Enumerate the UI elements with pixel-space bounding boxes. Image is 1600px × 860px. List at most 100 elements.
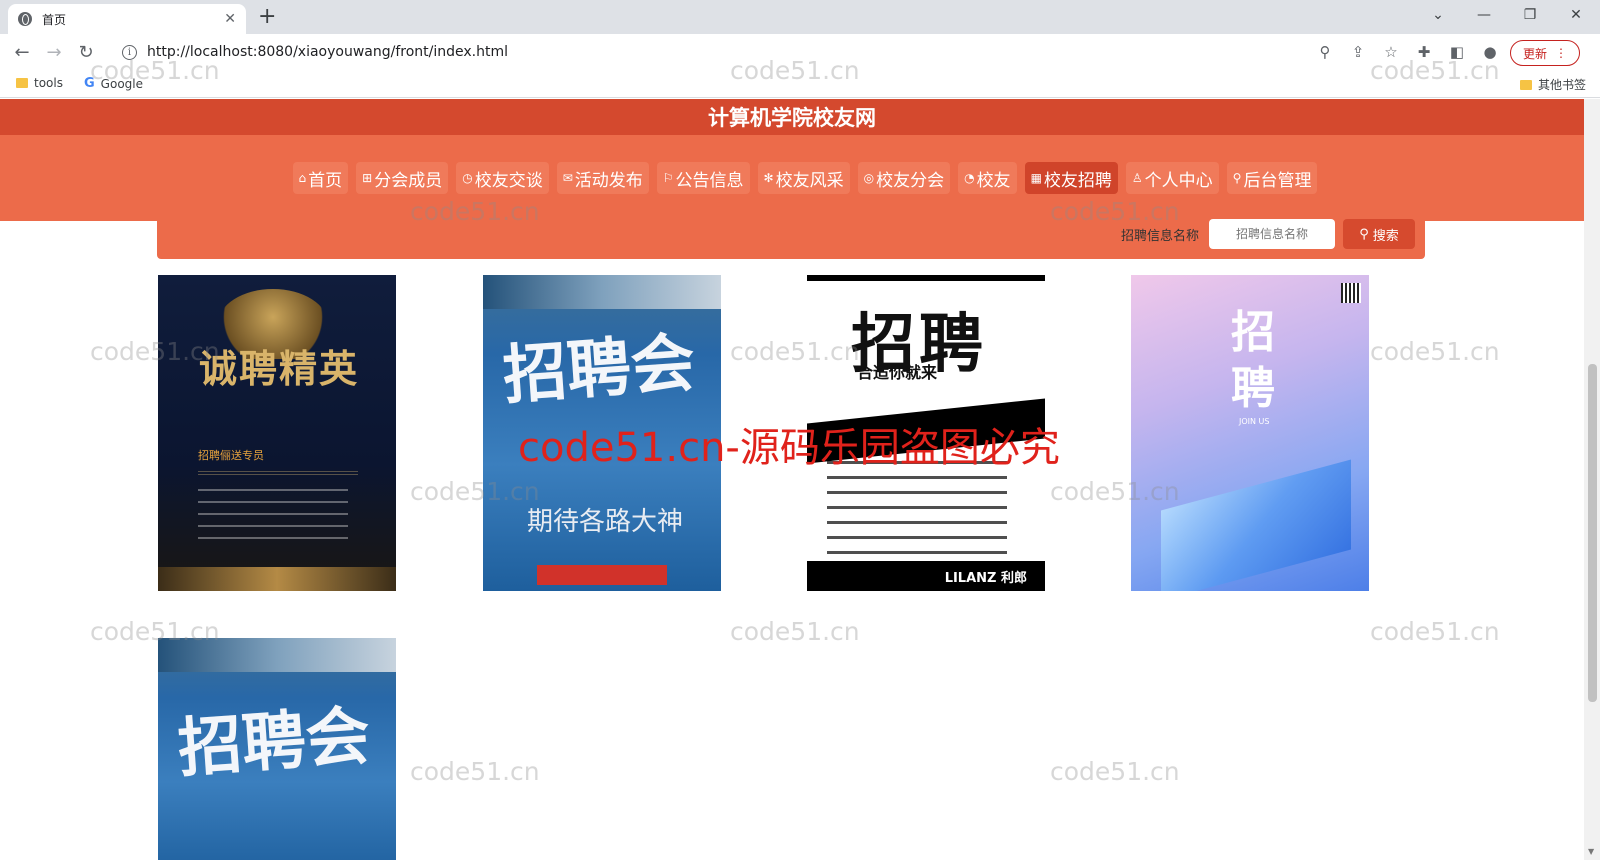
- page-scrollbar[interactable]: ▼: [1584, 99, 1600, 860]
- browser-tab-bar: 首页 ✕ + ⌄ — ❐ ✕: [0, 0, 1600, 34]
- search-button[interactable]: ⚲ 搜索: [1343, 219, 1415, 249]
- globe-icon: [18, 12, 32, 26]
- nav-icon: ⊞: [362, 171, 373, 185]
- nav-icon: ♙: [1131, 171, 1143, 185]
- bookmark-label: tools: [34, 76, 63, 90]
- close-tab-icon[interactable]: ✕: [224, 11, 236, 27]
- zoom-icon[interactable]: ⚲: [1315, 42, 1335, 62]
- poster-subtitle: 合适你就来: [857, 363, 938, 382]
- watermark: code51.cn: [90, 617, 220, 646]
- poster-text-lines: [827, 461, 1007, 571]
- nav-label: 首页: [308, 170, 343, 191]
- restore-button[interactable]: ❐: [1508, 0, 1552, 30]
- watermark: code51.cn: [410, 197, 540, 226]
- nav-item[interactable]: ✻ 校友风采: [757, 162, 850, 194]
- nav-label: 后台管理: [1243, 170, 1312, 191]
- nav-icon: ✻: [763, 171, 774, 185]
- gold-wave: [158, 567, 396, 591]
- nav-label: 校友风采: [775, 170, 844, 191]
- browser-tab[interactable]: 首页 ✕: [8, 4, 246, 34]
- share-icon[interactable]: ⇪: [1348, 42, 1368, 62]
- nav-item[interactable]: ✉ 活动发布: [556, 162, 649, 194]
- poster-banner: [537, 565, 667, 585]
- scrollbar-thumb[interactable]: [1588, 364, 1597, 702]
- nav-label: 校友: [976, 170, 1011, 191]
- back-icon[interactable]: ←: [8, 38, 36, 66]
- new-tab-button[interactable]: +: [258, 4, 276, 30]
- page-viewport: 计算机学院校友网 ⌂ 首页 ⊞ 分会成员 ◷ 校友交谈 ✉ 活动发布 ⚐ 公告信息 ✻ 校友风采 ◎ 校友…: [0, 99, 1584, 860]
- watermark: code51.cn: [410, 757, 540, 786]
- watermark: code51.cn: [730, 617, 860, 646]
- poster-subtitle: 期待各路大神: [527, 507, 684, 537]
- watermark: code51.cn: [1370, 56, 1500, 85]
- job-poster-card[interactable]: 诚聘精英 招聘俪送专员: [158, 275, 396, 591]
- watermark: code51.cn: [1370, 337, 1500, 366]
- nav-icon: ✉: [562, 171, 573, 185]
- nav-label: 校友交谈: [474, 170, 543, 191]
- nav-item[interactable]: ⚐ 公告信息: [656, 162, 750, 194]
- poster-footer: LILANZ 利郎: [807, 561, 1045, 591]
- nav-item[interactable]: ◷ 校友交谈: [456, 162, 549, 194]
- search-button-label: 搜索: [1372, 228, 1399, 244]
- isometric-illustration: [1161, 459, 1351, 591]
- nav-item[interactable]: ⊞ 分会成员: [356, 162, 449, 194]
- other-bookmarks[interactable]: 其他书签: [1520, 76, 1586, 93]
- update-button[interactable]: 更新 ⋮: [1509, 40, 1580, 66]
- poster-title: 招聘: [1231, 307, 1275, 414]
- poster-photo-strip: [483, 275, 721, 309]
- tab-title: 首页: [42, 12, 67, 27]
- watermark: code51.cn: [1050, 757, 1180, 786]
- search-area: 招聘信息名称 ⚲ 搜索: [157, 219, 1425, 259]
- bookmark-tools[interactable]: tools: [16, 76, 63, 90]
- nav-icon: ▦: [1030, 171, 1042, 185]
- scroll-down-arrow[interactable]: ▼: [1588, 847, 1594, 856]
- poster-text-lines: [198, 471, 358, 475]
- nav-item[interactable]: ◔ 校友: [958, 162, 1017, 194]
- nav-icon: ◔: [964, 171, 975, 185]
- qr-code-image: [1341, 283, 1361, 303]
- nav-icon: ◷: [462, 171, 473, 185]
- update-label: 更新: [1522, 46, 1547, 61]
- main-nav: ⌂ 首页 ⊞ 分会成员 ◷ 校友交谈 ✉ 活动发布 ⚐ 公告信息 ✻ 校友风采 ◎ 校友分会 ◔ 校友 ▦ 校友招…: [0, 135, 1584, 221]
- nav-label: 公告信息: [675, 170, 744, 191]
- nav-icon: ◎: [863, 171, 875, 185]
- job-poster-card[interactable]: 招聘 JOIN US: [1131, 275, 1369, 591]
- watermark: code51.cn: [1370, 617, 1500, 646]
- nav-icon: ⌂: [298, 171, 307, 185]
- forward-icon[interactable]: →: [40, 38, 68, 66]
- site-title: 计算机学院校友网: [0, 99, 1584, 135]
- tab-search-icon[interactable]: ⌄: [1416, 0, 1460, 30]
- minimize-button[interactable]: —: [1462, 0, 1506, 30]
- poster-title: 招聘会: [500, 325, 698, 414]
- red-watermark: code51.cn-源码乐园盗图必究: [518, 425, 1060, 471]
- watermark: code51.cn: [1050, 197, 1180, 226]
- poster-text-lines: [198, 489, 348, 549]
- search-input[interactable]: [1209, 219, 1335, 249]
- watermark: code51.cn: [1050, 477, 1180, 506]
- poster-subtitle: JOIN US: [1239, 417, 1270, 426]
- nav-label: 个人中心: [1144, 170, 1213, 191]
- search-icon: ⚲: [1359, 226, 1369, 242]
- nav-item[interactable]: ◎ 校友分会: [857, 162, 951, 194]
- menu-dots-icon: ⋮: [1555, 46, 1567, 60]
- nav-label: 校友招聘: [1043, 170, 1112, 191]
- nav-item[interactable]: ▦ 校友招聘: [1024, 162, 1118, 194]
- nav-label: 校友分会: [876, 170, 945, 191]
- watermark: code51.cn: [730, 56, 860, 85]
- watermark: code51.cn: [410, 477, 540, 506]
- watermark: code51.cn: [90, 56, 220, 85]
- poster-subtitle: 招聘俪送专员: [198, 449, 264, 462]
- nav-label: 活动发布: [574, 170, 643, 191]
- other-bookmarks-label: 其他书签: [1538, 78, 1587, 92]
- nav-icon: ⚐: [662, 171, 674, 185]
- nav-icon: ⚲: [1232, 171, 1242, 185]
- nav-item[interactable]: ♙ 个人中心: [1125, 162, 1219, 194]
- nav-item[interactable]: ⌂ 首页: [292, 162, 349, 194]
- job-poster-card[interactable]: 招聘会: [158, 638, 396, 860]
- search-label: 招聘信息名称: [1120, 229, 1199, 244]
- close-window-button[interactable]: ✕: [1554, 0, 1598, 30]
- folder-icon: [1520, 79, 1532, 90]
- poster-title: 招聘会: [175, 698, 373, 787]
- nav-item[interactable]: ⚲ 后台管理: [1226, 162, 1318, 194]
- watermark: code51.cn: [730, 337, 860, 366]
